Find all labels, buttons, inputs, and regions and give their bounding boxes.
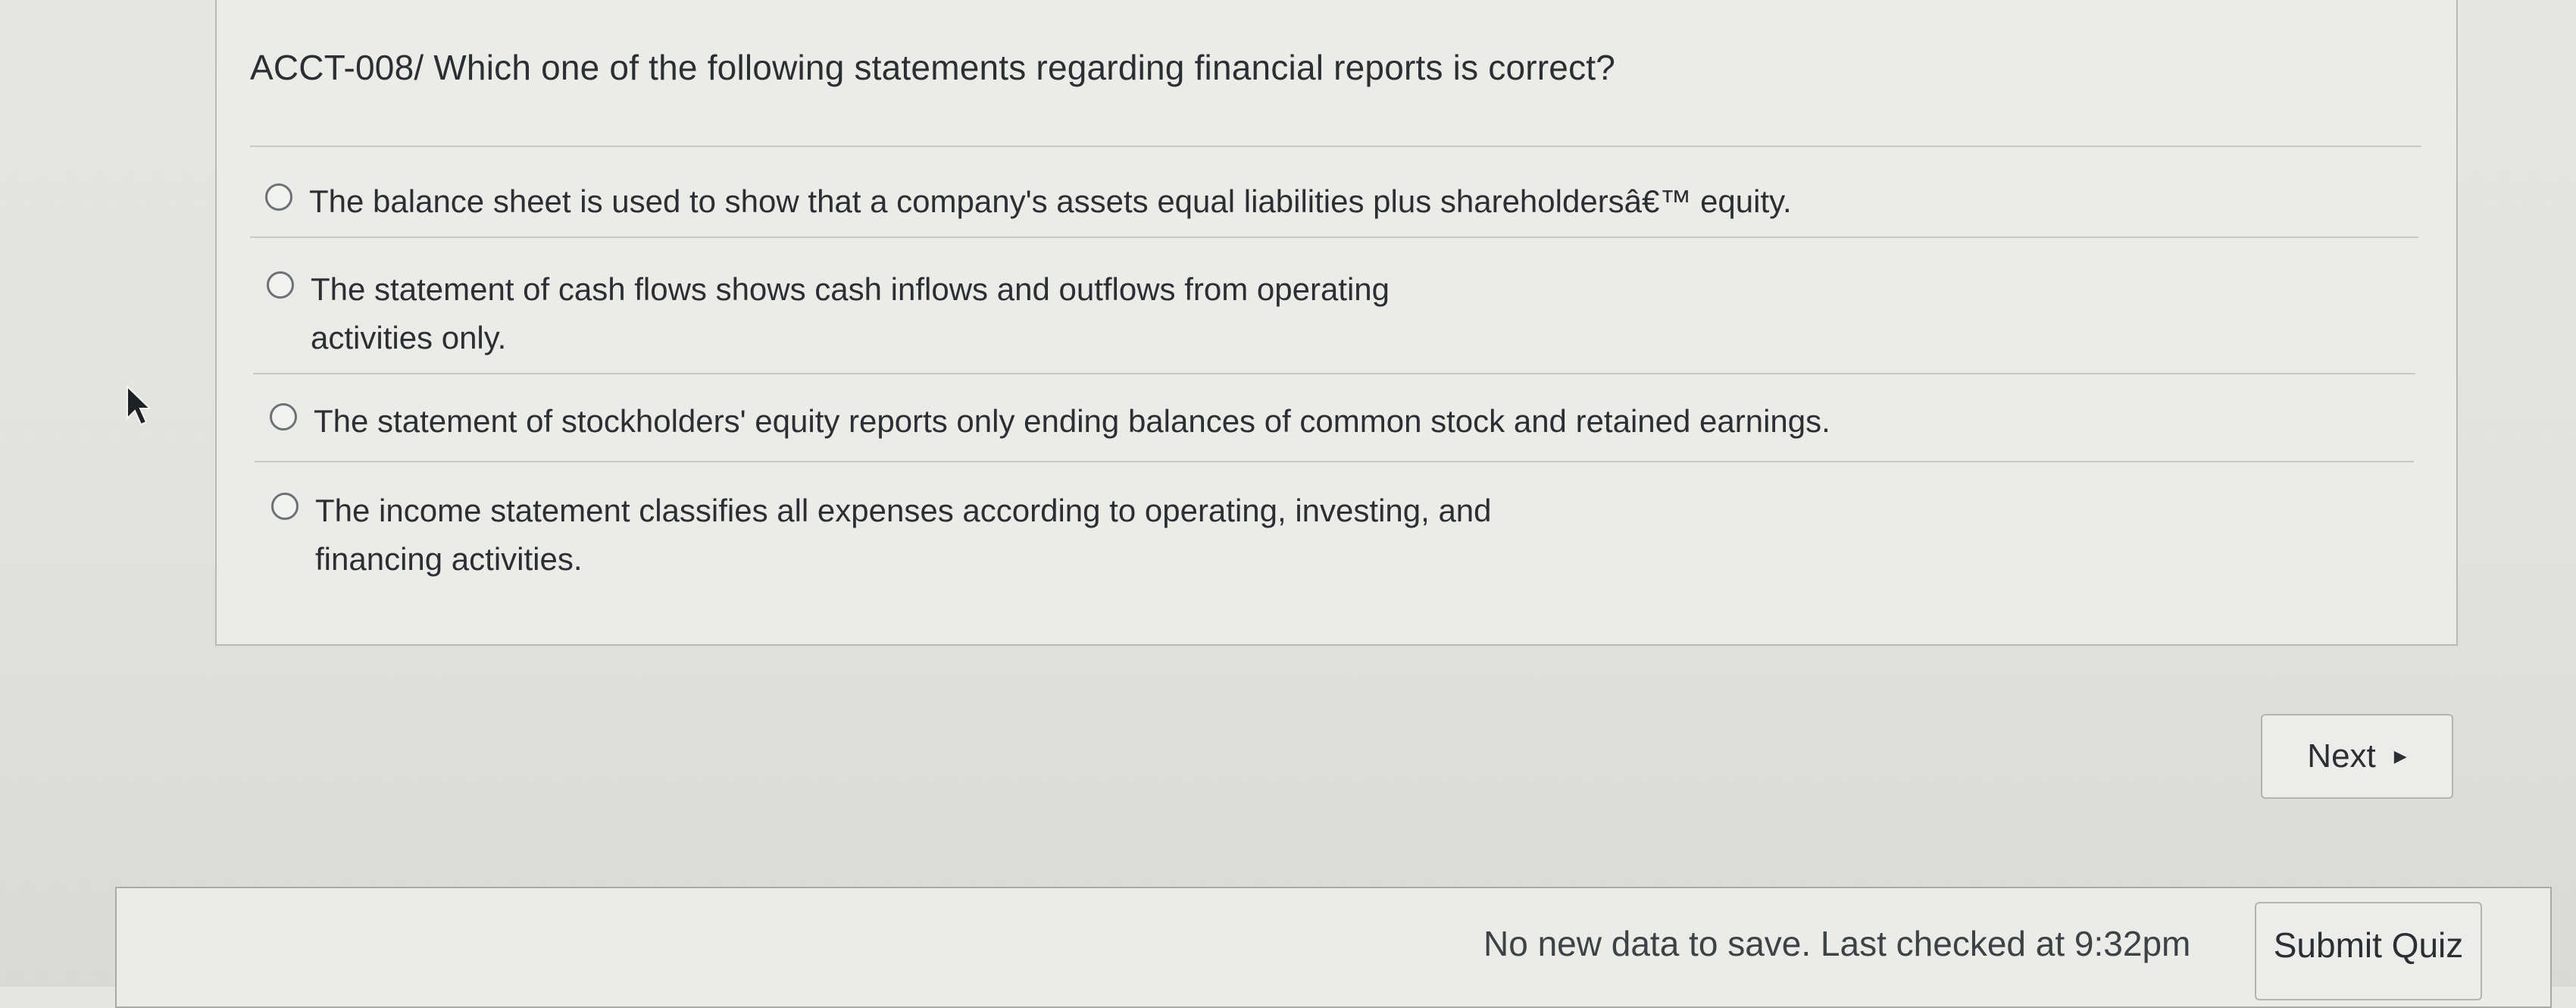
answer-divider [250, 236, 2418, 238]
answer-option-1[interactable]: The balance sheet is used to show that a… [265, 177, 1792, 226]
play-arrow-icon: ▶ [2393, 747, 2407, 765]
answer-label: The statement of cash flows shows cash i… [311, 271, 1390, 355]
radio-button-icon[interactable] [271, 493, 299, 520]
radio-button-icon[interactable] [267, 271, 294, 299]
answer-divider [255, 461, 2414, 462]
answer-divider [253, 373, 2415, 374]
radio-button-icon[interactable] [270, 403, 297, 430]
answer-label: The balance sheet is used to show that a… [309, 183, 1792, 219]
mouse-pointer-icon [127, 385, 152, 426]
answer-option-2[interactable]: The statement of cash flows shows cash i… [267, 265, 1390, 362]
answer-option-4[interactable]: The income statement classifies all expe… [271, 487, 1492, 584]
answer-option-3[interactable]: The statement of stockholders' equity re… [270, 397, 1830, 446]
question-divider [250, 146, 2421, 147]
next-button-label: Next [2307, 737, 2376, 775]
save-status-text: No new data to save. Last checked at 9:3… [1483, 924, 2191, 963]
question-text: ACCT-008/ Which one of the following sta… [250, 48, 1616, 87]
radio-button-icon[interactable] [265, 183, 292, 211]
answer-label: The income statement classifies all expe… [315, 493, 1492, 577]
submit-quiz-button[interactable]: Submit Quiz [2255, 902, 2482, 1000]
answer-label: The statement of stockholders' equity re… [314, 403, 1830, 439]
next-button[interactable]: Next ▶ [2261, 714, 2453, 799]
